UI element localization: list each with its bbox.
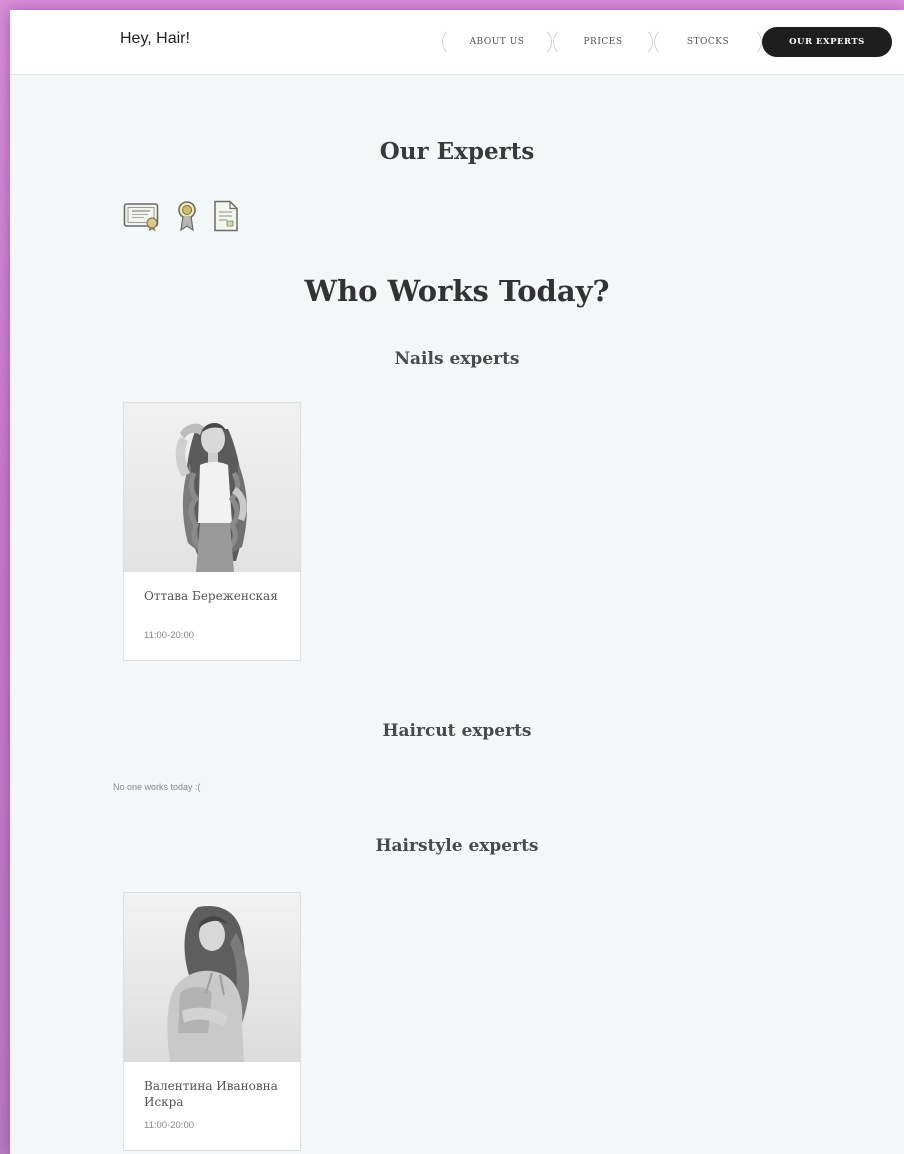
empty-message: No one works today :( <box>113 782 201 792</box>
section-title-haircut: Haircut experts <box>382 721 532 741</box>
expert-photo <box>124 403 300 572</box>
who-works-today-title: Who Works Today? <box>304 274 610 308</box>
nav-stocks[interactable]: STOCKS <box>654 27 762 57</box>
nav-about-us[interactable]: ABOUT US <box>442 27 552 57</box>
section-title-nails: Nails experts <box>394 349 520 369</box>
expert-name: Оттава Береженская <box>144 589 278 603</box>
expert-card[interactable]: Валентина Ивановна Искра 11:00-20:00 <box>123 892 301 1151</box>
nav-our-experts[interactable]: OUR EXPERTS <box>762 27 892 57</box>
expert-card[interactable]: Оттава Береженская 11:00-20:00 <box>123 402 301 661</box>
section-title-hairstyle: Hairstyle experts <box>375 836 539 856</box>
expert-name: Валентина Ивановна Искра <box>144 1079 278 1109</box>
certificate-icon[interactable] <box>123 202 161 232</box>
nav-prices[interactable]: PRICES <box>553 27 653 57</box>
expert-hours: 11:00-20:00 <box>144 630 195 641</box>
browser-viewport: Hey, Hair! ABOUT US PRICES STOCKS OUR EX… <box>10 10 904 1154</box>
expert-photo <box>124 893 300 1062</box>
expert-hours: 11:00-20:00 <box>144 1120 195 1131</box>
document-icon[interactable] <box>213 200 239 232</box>
certificates-row <box>123 200 239 232</box>
page-title: Our Experts <box>379 138 535 165</box>
site-logo[interactable]: Hey, Hair! <box>120 30 190 48</box>
award-ribbon-icon[interactable] <box>175 200 199 232</box>
site-header: Hey, Hair! ABOUT US PRICES STOCKS OUR EX… <box>10 10 904 75</box>
